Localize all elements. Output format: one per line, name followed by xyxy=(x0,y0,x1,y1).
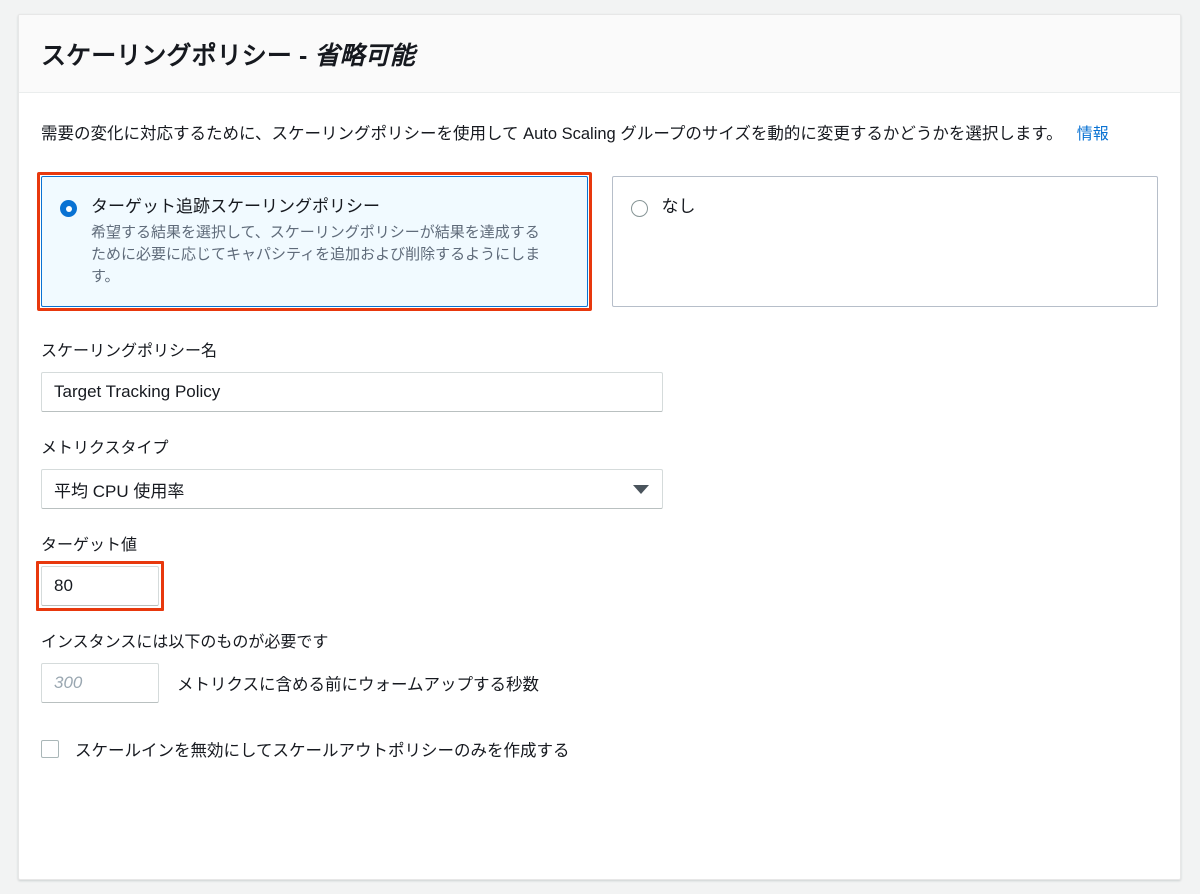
metric-type-label: メトリクスタイプ xyxy=(41,440,169,457)
scaling-policy-container: スケーリングポリシー - 省略可能 需要の変化に対応するために、スケーリングポリ… xyxy=(18,14,1181,880)
page-title-main: スケーリングポリシー - xyxy=(41,41,315,70)
page-title-optional: 省略可能 xyxy=(314,41,415,70)
warmup-row: メトリクスに含める前にウォームアップする秒数 xyxy=(41,663,1158,703)
target-value-input[interactable] xyxy=(41,566,159,606)
page-root: スケーリングポリシー - 省略可能 需要の変化に対応するために、スケーリングポリ… xyxy=(0,0,1200,894)
field-metric-type: メトリクスタイプ 平均 CPU 使用率 xyxy=(41,438,1158,509)
page-title: スケーリングポリシー - 省略可能 xyxy=(41,36,415,72)
metric-type-select[interactable]: 平均 CPU 使用率 xyxy=(41,469,663,509)
policy-option-none[interactable]: なし xyxy=(611,176,1158,307)
policy-option-none-text: なし xyxy=(662,195,1138,218)
warmup-seconds-input[interactable] xyxy=(41,663,159,703)
radio-target-tracking[interactable] xyxy=(60,200,77,217)
policy-option-target-tracking-description: 希望する結果を選択して、スケーリングポリシーが結果を達成するために必要に応じてキ… xyxy=(91,224,541,285)
card-header: スケーリングポリシー - 省略可能 xyxy=(19,15,1180,93)
warmup-label: インスタンスには以下のものが必要です xyxy=(41,634,329,651)
field-warmup: インスタンスには以下のものが必要です メトリクスに含める前にウォームアップする秒… xyxy=(41,632,1158,703)
field-target-value: ターゲット値 xyxy=(36,535,1158,611)
section-description-text: 需要の変化に対応するために、スケーリングポリシーを使用して Auto Scali… xyxy=(41,125,1063,143)
policy-option-none-label: なし xyxy=(661,197,696,216)
section-description: 需要の変化に対応するために、スケーリングポリシーを使用して Auto Scali… xyxy=(41,119,1158,150)
policy-option-group: ターゲット追跡スケーリングポリシー 希望する結果を選択して、スケーリングポリシー… xyxy=(37,172,1158,311)
policy-option-target-tracking[interactable]: ターゲット追跡スケーリングポリシー 希望する結果を選択して、スケーリングポリシー… xyxy=(37,172,592,311)
card-body: 需要の変化に対応するために、スケーリングポリシーを使用して Auto Scali… xyxy=(19,93,1180,761)
disable-scale-in-checkbox[interactable] xyxy=(41,740,59,758)
target-value-input-wrap xyxy=(36,561,164,611)
chevron-down-icon[interactable] xyxy=(633,485,649,494)
policy-option-target-tracking-text: ターゲット追跡スケーリングポリシー 希望する結果を選択して、スケーリングポリシー… xyxy=(91,195,567,288)
info-link[interactable]: 情報 xyxy=(1077,126,1109,143)
target-value-label: ターゲット値 xyxy=(41,537,138,554)
radio-none[interactable] xyxy=(630,200,648,217)
metric-type-select-wrap: 平均 CPU 使用率 xyxy=(41,469,663,509)
disable-scale-in-row[interactable]: スケールインを無効にしてスケールアウトポリシーのみを作成する xyxy=(41,737,1158,761)
policy-name-label: スケーリングポリシー名 xyxy=(41,343,218,360)
policy-option-target-tracking-label: ターゲット追跡スケーリングポリシー xyxy=(91,197,380,216)
disable-scale-in-label: スケールインを無効にしてスケールアウトポリシーのみを作成する xyxy=(75,742,570,760)
field-policy-name: スケーリングポリシー名 xyxy=(41,341,1158,412)
warmup-suffix-text: メトリクスに含める前にウォームアップする秒数 xyxy=(177,676,540,694)
metric-type-selected-value: 平均 CPU 使用率 xyxy=(54,481,185,501)
policy-name-input[interactable] xyxy=(41,372,663,412)
